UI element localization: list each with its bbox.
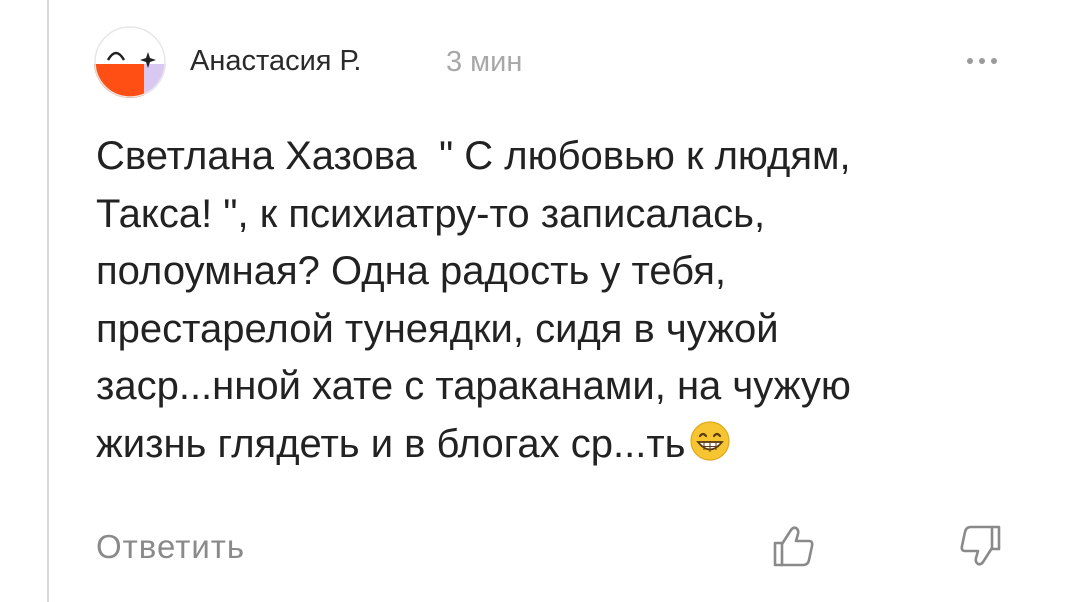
more-dots-icon[interactable] <box>958 44 1008 74</box>
thumbs-up-icon[interactable] <box>770 522 818 570</box>
thread-line <box>47 0 49 602</box>
avatar[interactable] <box>94 26 166 98</box>
thumbs-down-icon[interactable] <box>956 522 1004 570</box>
grinning-face-emoji-icon <box>688 419 732 463</box>
comment-time: 3 мин <box>446 46 523 78</box>
reply-button[interactable]: Ответить <box>96 527 245 567</box>
comment-text: Светлана Хазова " С любовью к людям, Так… <box>96 128 1046 473</box>
comment-body: Светлана Хазова " С любовью к людям, Так… <box>96 134 851 466</box>
author-name[interactable]: Анастасия Р. <box>190 42 361 80</box>
